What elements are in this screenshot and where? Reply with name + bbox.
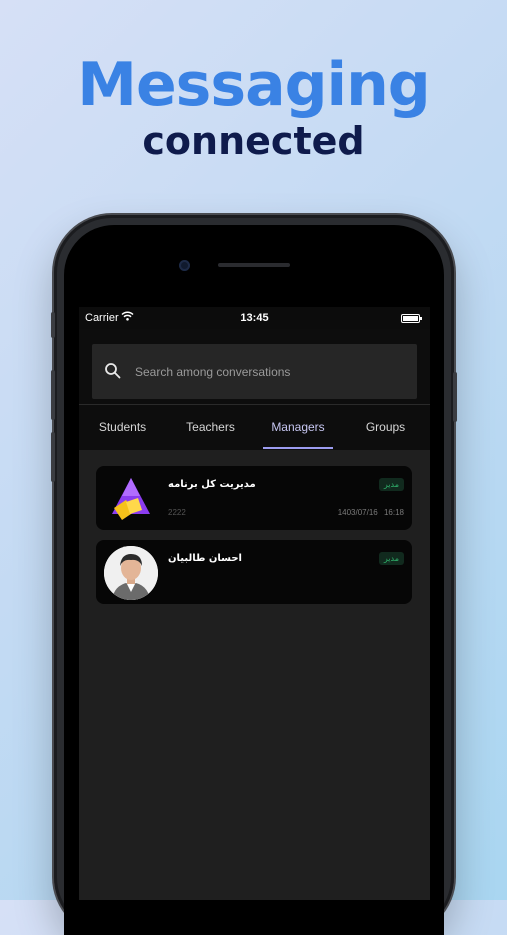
- conversation-item[interactable]: مدیریت کل برنامه مدیر 2222 1403/07/16 16…: [96, 466, 412, 530]
- tab-active-indicator: [263, 447, 333, 449]
- conversation-name: احسان طالبیان: [168, 553, 242, 564]
- last-message-timestamp: 1403/07/16 16:18: [338, 508, 404, 517]
- user-avatar: [104, 546, 158, 600]
- phone-side-button: [51, 312, 55, 338]
- last-message-preview: 2222: [168, 508, 186, 517]
- role-badge: مدیر: [378, 552, 404, 565]
- app-logo-avatar: [104, 472, 158, 526]
- camera-icon: [179, 260, 190, 271]
- last-message-date: 1403/07/16: [337, 508, 378, 517]
- tab-bar: Students Teachers Managers Groups: [79, 404, 430, 450]
- speaker-grille: [218, 263, 290, 267]
- hero-subtitle: connected: [142, 119, 365, 163]
- tab-managers[interactable]: Managers: [255, 405, 341, 449]
- last-message-time: 16:18: [383, 508, 404, 517]
- conversation-item[interactable]: احسان طالبیان مدیر: [96, 540, 412, 604]
- phone-power-button: [453, 372, 457, 422]
- search-icon[interactable]: [104, 362, 122, 384]
- app-screen: Carrier 13:45 Students Teachers Managers: [79, 307, 430, 900]
- status-bar: Carrier 13:45: [79, 307, 430, 329]
- status-time: 13:45: [240, 312, 269, 324]
- phone-volume-down: [51, 432, 55, 482]
- battery-icon: [401, 314, 422, 323]
- tab-students[interactable]: Students: [79, 405, 166, 449]
- hero-title: Messaging: [77, 50, 431, 120]
- tab-groups[interactable]: Groups: [341, 405, 430, 449]
- conversation-name: مدیریت کل برنامه: [168, 479, 256, 490]
- tab-teachers[interactable]: Teachers: [166, 405, 255, 449]
- search-panel: [79, 329, 430, 404]
- role-badge: مدیر: [378, 478, 404, 491]
- search-input[interactable]: [135, 344, 405, 399]
- search-box[interactable]: [92, 344, 417, 399]
- phone-volume-up: [51, 370, 55, 420]
